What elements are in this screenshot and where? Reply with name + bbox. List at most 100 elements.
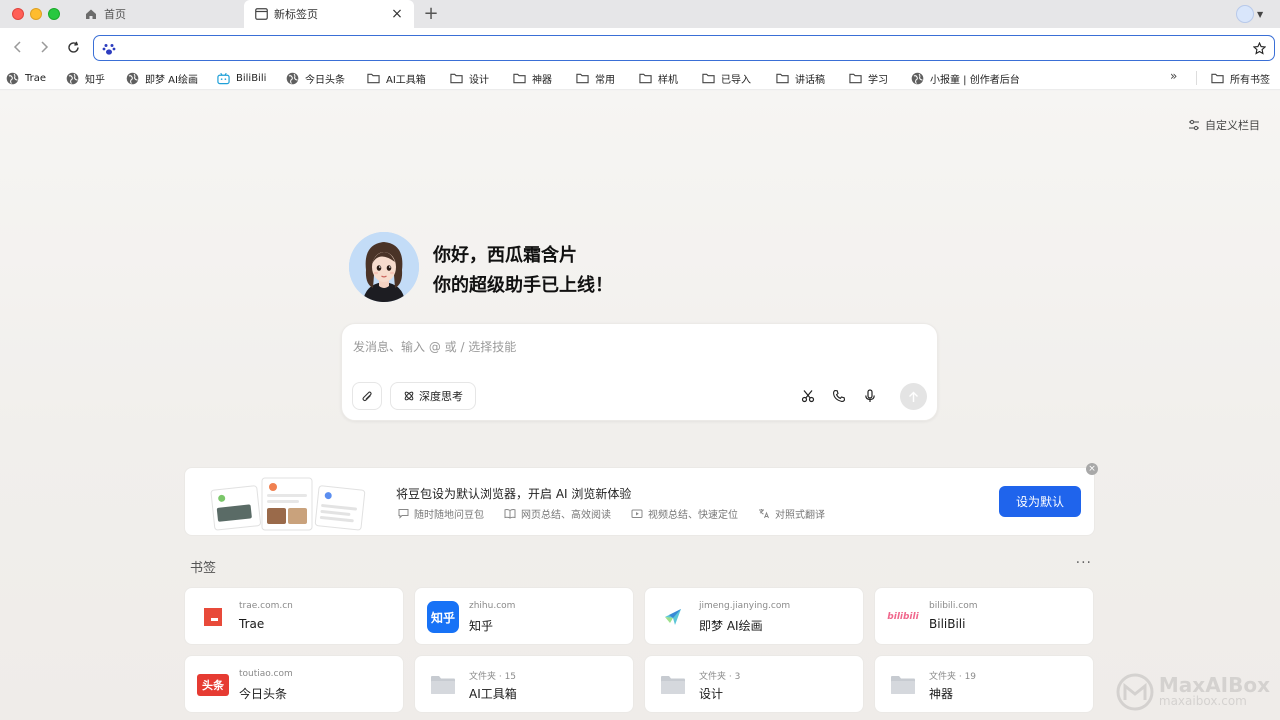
bookmark-card[interactable]: jimeng.jianying.com 即梦 AI绘画 [644,587,864,645]
banner-feature: 视频总结、快速定位 [631,506,738,521]
bookmarks-section-title: 书签 [190,561,217,576]
banner-features: 随时随地问豆包 网页总结、高效阅读 视频总结、快速定位 对照式翻译 [398,506,845,521]
new-tab-button[interactable]: + [422,4,440,24]
scissors-icon [801,390,815,403]
watermark: MaxAIBox maxaibox.com [1115,672,1270,712]
bookmark-folder-card[interactable]: 文件夹 · 19 神器 [874,655,1094,713]
forward-arrow-icon [41,41,49,53]
more-options-icon[interactable]: ··· [1076,555,1092,571]
bilibili-logo: bilibili [887,612,919,622]
tab-home[interactable]: 首页 [76,0,242,28]
card-folder-count: 文件夹 · 19 [929,672,977,682]
tab-new-tab[interactable]: 新标签页 × [244,0,414,28]
folder-icon [776,72,789,85]
sliders-icon [1189,119,1199,131]
bookmarks-overflow-button[interactable]: » [1170,69,1177,83]
voice-call-button[interactable] [831,388,847,404]
bookmark-item[interactable]: Trae [6,70,46,86]
voice-input-button[interactable] [862,388,878,404]
bookmark-folder[interactable]: 讲话稿 [776,70,825,86]
reload-button[interactable] [63,37,83,57]
close-banner-icon[interactable]: × [1086,463,1098,475]
window-minimize-button[interactable] [30,8,42,20]
bookmark-folder[interactable]: 常用 [576,70,615,86]
bookmark-card[interactable]: 头条 toutiao.com 今日头条 [184,655,404,713]
bookmark-folder[interactable]: AI工具箱 [367,70,426,86]
close-tab-icon[interactable]: × [390,7,404,21]
folder-icon [427,669,459,701]
bookmark-star-icon[interactable] [1252,40,1267,55]
card-domain: trae.com.cn [239,601,293,611]
card-domain: bilibili.com [929,601,978,611]
profile-button[interactable]: ▼ [1236,3,1264,25]
bookmarks-bar: Trae 知乎 即梦 AI绘画 BiliBili 今日头条 AI工具箱 设计 神… [0,66,1280,90]
bookmark-item[interactable]: 即梦 AI绘画 [126,70,198,86]
forward-button[interactable] [34,37,54,57]
bookmark-card[interactable]: 知乎 zhihu.com 知乎 [414,587,634,645]
home-icon [84,7,98,21]
tab-strip: 首页 新标签页 × + ▼ [0,0,1280,28]
tab-title: 首页 [104,8,126,21]
bookmark-folder[interactable]: 神器 [513,70,552,86]
jimeng-logo [657,601,689,633]
card-domain: toutiao.com [239,669,293,679]
attach-button[interactable] [352,382,382,410]
folder-icon [849,72,862,85]
reload-icon [67,41,79,53]
bookmark-item[interactable]: 知乎 [66,70,105,86]
bookmark-folder[interactable]: 已导入 [702,70,751,86]
screenshot-button[interactable] [800,388,816,404]
chat-bubble-icon [398,509,409,519]
globe-icon [126,72,139,85]
back-button[interactable] [8,37,28,57]
deep-think-button[interactable]: 深度思考 [390,382,476,410]
card-title: 设计 [699,687,724,701]
bookmark-item[interactable]: BiliBili [217,70,266,86]
send-button[interactable] [900,383,927,410]
bilibili-icon [217,72,230,85]
phone-icon [833,389,846,403]
watermark-title: MaxAIBox [1158,673,1270,697]
arrow-up-icon [909,391,918,402]
bookmark-folder[interactable]: 学习 [849,70,888,86]
bookmark-item[interactable]: 今日头条 [286,70,345,86]
card-folder-count: 文件夹 · 15 [469,672,517,682]
folder-icon [576,72,589,85]
bookmark-folder[interactable]: 样机 [639,70,678,86]
translate-icon [759,509,769,519]
chat-input-box[interactable]: 发消息、输入 @ 或 / 选择技能 深度思考 [341,323,938,421]
card-domain: zhihu.com [469,601,516,611]
customize-sections-button[interactable]: 自定义栏目 [1188,117,1260,133]
divider [1196,71,1197,85]
folder-icon [639,72,652,85]
bookmark-folder-card[interactable]: 文件夹 · 15 AI工具箱 [414,655,634,713]
bookmark-item[interactable]: 小报童 | 创作者后台 [911,70,1020,86]
chevron-down-icon: ▼ [1257,9,1264,19]
banner-feature: 随时随地问豆包 [398,506,484,521]
new-tab-page: 自定义栏目 你好，西瓜霜含片 你的超级助手已上线！ 发消息、输入 @ 或 / 选… [0,91,1280,720]
avatar [1236,5,1254,23]
address-bar[interactable] [93,35,1275,61]
bookmark-folder[interactable]: 设计 [450,70,489,86]
folder-icon [657,669,689,701]
all-bookmarks-button[interactable]: 所有书签 [1211,70,1270,86]
card-title: 即梦 AI绘画 [699,619,763,633]
toutiao-logo: 头条 [197,674,229,696]
card-title: 知乎 [469,619,494,633]
bookmark-card[interactable]: bilibili bilibili.com BiliBili [874,587,1094,645]
greeting-line-1: 你好，西瓜霜含片 [433,245,577,266]
globe-icon [911,72,924,85]
card-domain: jimeng.jianying.com [699,601,791,611]
card-title: 今日头条 [239,687,288,701]
greeting: 你好，西瓜霜含片 你的超级助手已上线！ [433,241,613,301]
banner-title: 将豆包设为默认浏览器，开启 AI 浏览新体验 [396,487,632,501]
window-close-button[interactable] [12,8,24,20]
bookmark-card[interactable]: trae.com.cn Trae [184,587,404,645]
set-default-button[interactable]: 设为默认 [999,486,1081,517]
globe-icon [286,72,299,85]
book-icon [504,509,516,519]
bookmark-folder-card[interactable]: 文件夹 · 3 设计 [644,655,864,713]
atom-icon [404,391,414,401]
window-zoom-button[interactable] [48,8,60,20]
chat-input-placeholder[interactable]: 发消息、输入 @ 或 / 选择技能 [353,338,516,355]
